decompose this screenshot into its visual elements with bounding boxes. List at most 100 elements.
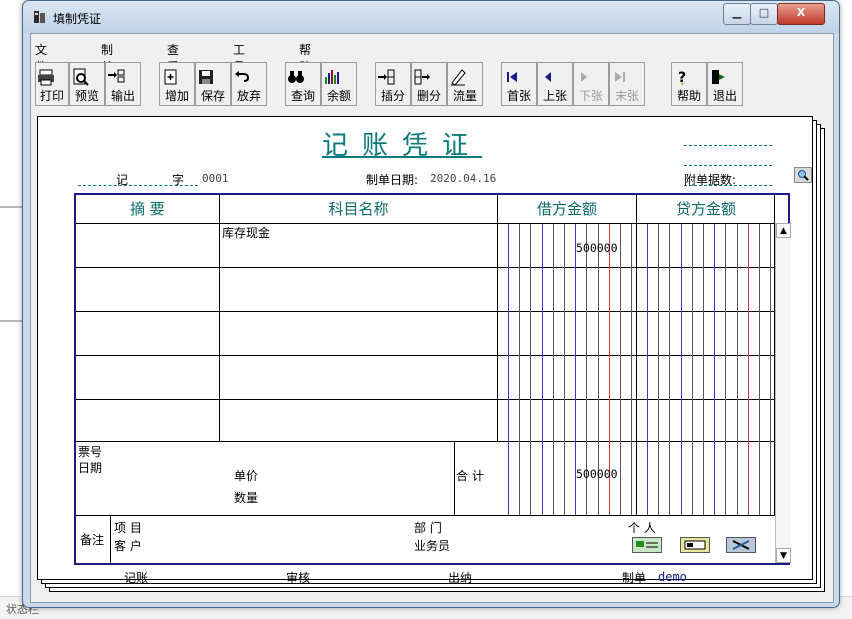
add-button[interactable]: 增加 (159, 62, 195, 106)
prev-icon (545, 72, 551, 82)
debit-digit-line-4 (541, 224, 543, 515)
id-card-icon (684, 540, 706, 550)
undo-icon (235, 71, 250, 82)
entry-2-account[interactable] (222, 269, 494, 309)
close-button[interactable]: X (777, 3, 825, 25)
ticket-date-label: 日期 (78, 461, 103, 475)
debit-digit-line-11 (620, 224, 621, 515)
bookkeeping-label: 记账 (124, 571, 149, 585)
unit-price-label: 单价 (234, 469, 259, 483)
credit-digit-line-3 (669, 224, 671, 515)
balance-button[interactable]: 余额 (321, 62, 357, 106)
customer-label: 客 户 (114, 539, 142, 553)
department-label: 部 门 (414, 521, 442, 535)
voucher-number[interactable]: 0001 (202, 172, 229, 185)
col-header-summary: 摘 要 (130, 200, 165, 218)
voucher-title: 记账凭证 (322, 131, 483, 161)
voucher-area: 记账凭证 记 字 0001 制单日期: 2020.04.16 附单据数: 摘 要… (37, 116, 827, 598)
query-button[interactable]: 查询 (285, 62, 321, 106)
credit-digit-line-7 (714, 224, 716, 515)
debit-digit-line-1 (508, 224, 509, 515)
flow-icon (451, 69, 466, 86)
voucher-sheet: 记账凭证 记 字 0001 制单日期: 2020.04.16 附单据数: 摘 要… (37, 116, 813, 585)
remark-label: 备注 (80, 533, 105, 547)
attachments-lookup-button[interactable] (794, 167, 812, 183)
cashier-label: 出纳 (448, 571, 473, 585)
voucher-date[interactable]: 2020.04.16 (430, 172, 496, 185)
voucher-window: 填制凭证 ▁ □ X 文件(F) 制单(E) 查看(V) 工具(T) 帮助(H)… (22, 0, 840, 608)
tool-icon (732, 540, 750, 550)
exit-icon (712, 70, 725, 84)
credit-digit-line-12 (770, 224, 772, 515)
save-button[interactable]: 保存 (195, 62, 231, 106)
exit-button[interactable]: 退出 (707, 62, 743, 106)
voucher-zi: 字 (172, 173, 185, 187)
entry-5-account[interactable] (222, 401, 494, 439)
entry-4-account[interactable] (222, 357, 494, 397)
entry-1-summary[interactable] (78, 225, 217, 265)
divider-account-debit (497, 195, 498, 441)
bar-chart-icon (325, 70, 339, 84)
client-area: 文件(F) 制单(E) 查看(V) 工具(T) 帮助(H) 打印 预览 输出 增… (30, 33, 834, 603)
discard-button[interactable]: 放弃 (231, 62, 267, 106)
maximize-button[interactable]: □ (750, 3, 778, 25)
app-icon (34, 11, 45, 23)
project-label: 项 目 (114, 521, 142, 535)
maker-label: 制单 (622, 571, 647, 585)
next-icon (581, 72, 587, 82)
prev-voucher-button[interactable]: 上张 (537, 62, 573, 106)
first-icon (507, 72, 517, 82)
help-button[interactable]: ? 帮助 (671, 62, 707, 106)
entry-1-debit[interactable]: 500000 (576, 241, 618, 255)
first-voucher-button[interactable]: 首张 (501, 62, 537, 106)
credit-digit-line-6 (703, 224, 704, 515)
window-title: 填制凭证 (53, 12, 102, 26)
debit-digit-line-6 (564, 224, 565, 515)
debit-digit-line-12 (631, 224, 633, 515)
row-divider-6 (76, 515, 775, 516)
dotline-right-1 (684, 145, 772, 146)
minimize-button[interactable]: ▁ (723, 3, 751, 25)
printer-icon (38, 69, 54, 86)
voucher-grid: 摘 要 科目名称 借方金额 贷方金额 库存现金 500000 票号 日期 单价 … (74, 193, 791, 565)
quantity-label: 数量 (234, 491, 259, 505)
delete-row-icon (414, 69, 430, 85)
scroll-down-button[interactable]: ▼ (776, 548, 791, 563)
insert-entry-button[interactable]: 插分 (375, 62, 411, 106)
ticket-number-label: 票号 (78, 445, 103, 459)
entry-3-account[interactable] (222, 313, 494, 353)
entry-1-account[interactable]: 库存现金 (222, 224, 494, 241)
vertical-scrollbar[interactable]: ▲ ▼ (775, 223, 791, 563)
card-icon (636, 541, 658, 548)
col-header-debit: 借方金额 (536, 200, 597, 218)
next-voucher-button[interactable]: 下张 (573, 62, 609, 106)
divider-remark (110, 515, 111, 565)
voucher-type[interactable]: 记 (116, 171, 128, 188)
preview-icon (73, 68, 89, 86)
delete-entry-button[interactable]: 删分 (411, 62, 447, 106)
credit-digit-line-5 (691, 224, 693, 515)
debit-digit-line-2 (519, 224, 521, 515)
card-icon-1[interactable] (632, 537, 662, 553)
card-icon-2[interactable] (680, 537, 710, 553)
divider-summary-account (219, 195, 220, 441)
salesman-label: 业务员 (414, 539, 451, 553)
person-label: 个 人 (628, 521, 656, 535)
card-icon-3[interactable] (726, 537, 756, 553)
debit-digit-line-5 (552, 224, 554, 515)
scroll-up-button[interactable]: ▲ (776, 223, 791, 238)
divider-total (454, 441, 455, 515)
cashflow-button[interactable]: 流量 (447, 62, 483, 106)
export-button[interactable]: 输出 (105, 62, 141, 106)
last-voucher-button[interactable]: 末张 (609, 62, 645, 106)
help-icon: ? (678, 70, 686, 86)
col-header-account: 科目名称 (328, 200, 389, 218)
magnifier-icon (798, 170, 809, 181)
print-button[interactable]: 打印 (35, 62, 69, 106)
attachments-label: 附单据数: (684, 173, 737, 187)
dotline-right-2 (684, 165, 772, 166)
last-icon (615, 72, 625, 82)
credit-digit-line-9 (736, 224, 738, 515)
col-header-credit: 贷方金额 (675, 200, 736, 218)
preview-button[interactable]: 预览 (69, 62, 105, 106)
